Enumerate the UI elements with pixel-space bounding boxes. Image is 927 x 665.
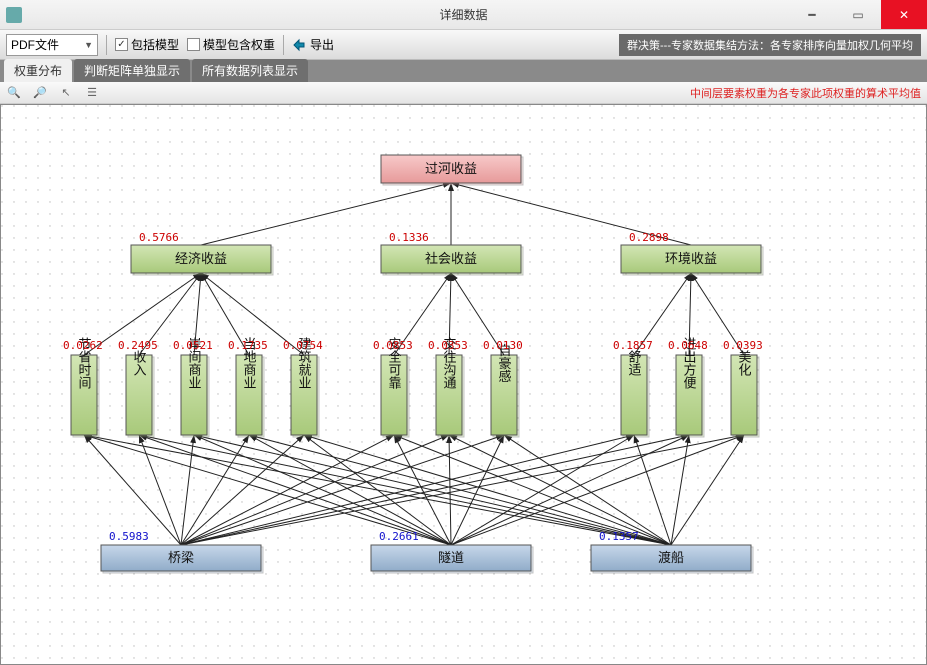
- weight-a1: 0.5983: [109, 530, 149, 543]
- diagram-canvas[interactable]: 过河收益经济收益0.5766社会收益0.1336环境收益0.2898节省时间0.…: [0, 104, 927, 665]
- node-criterion-c2[interactable]: 社会收益: [381, 245, 523, 275]
- model-with-weights-checkbox[interactable]: 模型包含权重: [187, 36, 275, 53]
- node-alt-a3[interactable]: 渡船: [591, 545, 753, 573]
- node-sub-s11[interactable]: 美化: [731, 350, 759, 437]
- separator: [283, 35, 284, 55]
- mini-toolbar: 🔍 🔎 ↖ ☰ 中间层要素权重为各专家此项权重的算术平均值: [0, 82, 927, 104]
- svg-text:环境收益: 环境收益: [665, 251, 717, 266]
- weight-s6: 0.0853: [373, 339, 413, 352]
- weight-s11: 0.0393: [723, 339, 763, 352]
- node-sub-s8[interactable]: 自豪感: [491, 344, 519, 438]
- svg-text:舒适: 舒适: [627, 350, 642, 376]
- weight-s7: 0.0353: [428, 339, 468, 352]
- svg-text:美化: 美化: [737, 350, 752, 377]
- svg-text:社会收益: 社会收益: [425, 251, 477, 266]
- export-icon: [292, 38, 306, 52]
- node-criterion-c3[interactable]: 环境收益: [621, 245, 763, 275]
- svg-text:经济收益: 经济收益: [175, 251, 227, 266]
- checkbox-icon: [187, 38, 200, 51]
- export-label: 导出: [310, 36, 334, 53]
- weight-s10: 0.0648: [668, 339, 708, 352]
- checkbox-icon: ✓: [115, 38, 128, 51]
- node-sub-s9[interactable]: 舒适: [621, 350, 649, 437]
- node-criterion-c1[interactable]: 经济收益: [131, 245, 273, 275]
- include-model-label: 包括模型: [131, 36, 179, 53]
- tab-bar: 权重分布 判断矩阵单独显示 所有数据列表显示: [0, 60, 927, 82]
- list-button[interactable]: ☰: [84, 85, 100, 101]
- tab-matrix-single[interactable]: 判断矩阵单独显示: [74, 59, 190, 82]
- maximize-button[interactable]: ▭: [835, 0, 881, 29]
- tab-all-data-list[interactable]: 所有数据列表显示: [192, 59, 308, 82]
- window-title: 详细数据: [439, 6, 487, 23]
- weight-s3: 0.0521: [173, 339, 213, 352]
- tab-weight-distribution[interactable]: 权重分布: [4, 59, 72, 82]
- weight-s9: 0.1857: [613, 339, 653, 352]
- weight-c1: 0.5766: [139, 231, 179, 244]
- weight-s4: 0.1735: [228, 339, 268, 352]
- weight-a3: 0.1357: [599, 530, 639, 543]
- weight-s8: 0.0130: [483, 339, 523, 352]
- weight-s5: 0.0754: [283, 339, 323, 352]
- node-sub-s2[interactable]: 收入: [126, 350, 154, 437]
- pdf-dropdown[interactable]: PDF文件 ▼: [6, 34, 98, 56]
- weight-s1: 0.0262: [63, 339, 103, 352]
- cursor-button[interactable]: ↖: [58, 85, 74, 101]
- chevron-down-icon: ▼: [84, 40, 93, 50]
- zoom-out-button[interactable]: 🔎: [32, 85, 48, 101]
- node-alt-a1[interactable]: 桥梁: [101, 545, 263, 573]
- weight-a2: 0.2661: [379, 530, 419, 543]
- node-alt-a2[interactable]: 隧道: [371, 545, 533, 573]
- svg-text:渡船: 渡船: [658, 550, 684, 565]
- pdf-dropdown-label: PDF文件: [11, 36, 59, 53]
- weight-c2: 0.1336: [389, 231, 429, 244]
- svg-text:隧道: 隧道: [438, 550, 464, 565]
- node-goal[interactable]: 过河收益: [381, 155, 523, 185]
- toolbar: PDF文件 ▼ ✓ 包括模型 模型包含权重 导出 群决策---专家数据集结方法：…: [0, 30, 927, 60]
- export-button[interactable]: 导出: [292, 36, 334, 53]
- app-icon: [6, 7, 22, 23]
- svg-text:桥梁: 桥梁: [168, 550, 194, 565]
- minimize-button[interactable]: ━: [789, 0, 835, 29]
- weight-c3: 0.2898: [629, 231, 669, 244]
- zoom-in-button[interactable]: 🔍: [6, 85, 22, 101]
- hint-text: 中间层要素权重为各专家此项权重的算术平均值: [690, 85, 921, 101]
- include-model-checkbox[interactable]: ✓ 包括模型: [115, 36, 179, 53]
- weight-s2: 0.2495: [118, 339, 158, 352]
- close-button[interactable]: ✕: [881, 0, 927, 29]
- separator: [106, 35, 107, 55]
- svg-text:收入: 收入: [132, 350, 147, 376]
- svg-text:过河收益: 过河收益: [425, 161, 477, 176]
- model-with-weights-label: 模型包含权重: [203, 36, 275, 53]
- status-text: 群决策---专家数据集结方法：各专家排序向量加权几何平均: [619, 34, 921, 56]
- titlebar: 详细数据 ━ ▭ ✕: [0, 0, 927, 30]
